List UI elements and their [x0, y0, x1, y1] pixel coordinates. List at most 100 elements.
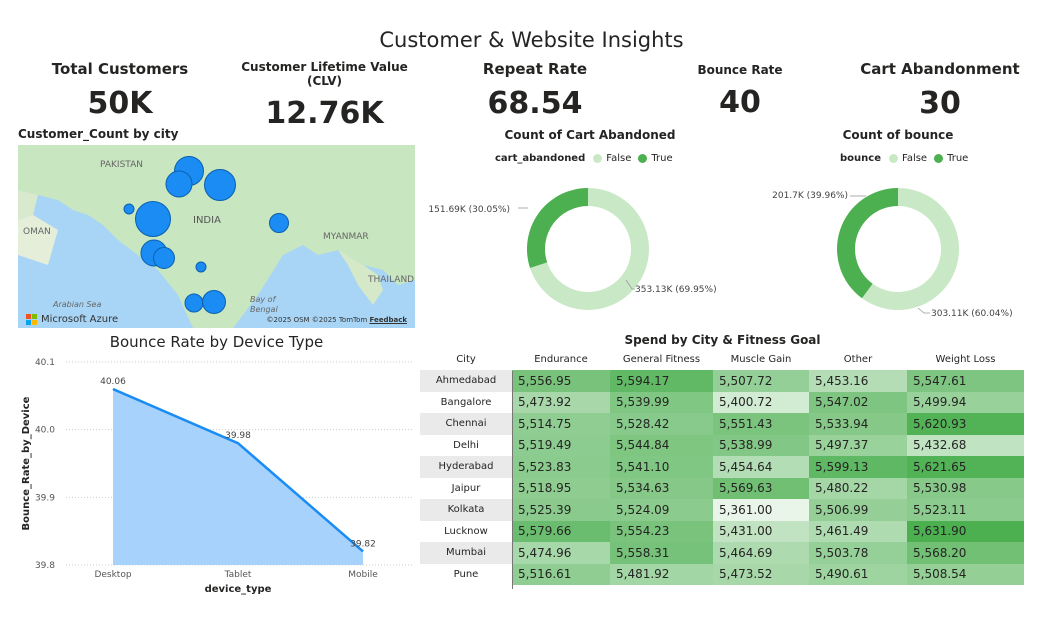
kpi-value: 68.54 [487, 86, 583, 121]
kpi-value: 50K [87, 86, 153, 121]
matrix-value-cell: 5,599.13 [809, 456, 907, 478]
map-feedback-link[interactable]: Feedback [369, 316, 407, 324]
bubble-city[interactable] [165, 170, 193, 198]
table-row: Delhi 5,519.49 5,544.84 5,538.99 5,497.37 5,4… [420, 434, 1024, 456]
microsoft-logo-icon [26, 314, 37, 325]
matrix-col-header[interactable]: Endurance [512, 348, 610, 370]
bubble-city[interactable] [184, 293, 204, 313]
matrix-city-cell: Hyderabad [420, 456, 512, 478]
matrix-value-cell: 5,528.42 [610, 413, 713, 435]
matrix-value-cell: 5,594.17 [610, 370, 713, 392]
map-label-arabian-sea: Arabian Sea [53, 300, 102, 309]
matrix-value-cell: 5,516.61 [512, 563, 610, 585]
legend-true-label: True [947, 153, 969, 164]
donut-cart-legend: cart_abandoned False True [495, 153, 673, 164]
donut-bounce-title: Count of bounce [842, 128, 954, 142]
legend-false-label: False [606, 153, 632, 164]
legend-true-swatch [638, 154, 648, 163]
donut-cart-chart[interactable]: 353.13K (69.95%) 151.69K (30.05%) [420, 170, 750, 330]
matrix-value-cell: 5,514.75 [512, 413, 610, 435]
matrix-value-cell: 5,620.93 [907, 413, 1024, 435]
table-row: Kolkata 5,525.39 5,524.09 5,361.00 5,506.99 5… [420, 499, 1024, 521]
matrix-col-header[interactable]: Other [809, 348, 907, 370]
map-label-india: INDIA [193, 215, 221, 226]
matrix-col-header[interactable]: General Fitness [610, 348, 713, 370]
table-row: Jaipur 5,518.95 5,534.63 5,569.63 5,480.22 5,… [420, 477, 1024, 499]
customer-map[interactable]: PAKISTAN INDIA OMAN MYANMAR THAILAND Ara… [18, 145, 415, 328]
area-fill [113, 389, 363, 565]
bubble-city[interactable] [195, 261, 207, 273]
matrix-city-cell: Lucknow [420, 520, 512, 542]
matrix-title: Spend by City & Fitness Goal [624, 333, 821, 347]
matrix-value-cell: 5,569.63 [713, 477, 809, 499]
matrix-city-cell: Bangalore [420, 391, 512, 413]
map-label-myanmar: MYANMAR [323, 232, 369, 242]
table-row: Chennai 5,514.75 5,528.42 5,551.43 5,533.94 5… [420, 413, 1024, 435]
matrix-value-cell: 5,533.94 [809, 413, 907, 435]
bubble-city[interactable] [153, 247, 175, 269]
map-title: Customer_Count by city [18, 127, 179, 141]
y-tick-label: 39.8 [35, 561, 55, 571]
matrix-value-cell: 5,554.23 [610, 520, 713, 542]
matrix-city-cell: Chennai [420, 413, 512, 435]
matrix-value-cell: 5,473.92 [512, 391, 610, 413]
matrix-value-cell: 5,518.95 [512, 477, 610, 499]
bubble-city[interactable] [135, 201, 171, 237]
map-attribution-text: ©2025 OSM ©2025 TomTom [266, 316, 368, 324]
matrix-row-header[interactable]: City [420, 348, 512, 370]
matrix-value-cell: 5,631.90 [907, 520, 1024, 542]
donut-slice-true[interactable] [837, 188, 898, 299]
azure-brand: Microsoft Azure [26, 314, 118, 325]
legend-title: bounce [840, 153, 881, 164]
matrix-value-cell: 5,431.00 [713, 520, 809, 542]
matrix-value-cell: 5,497.37 [809, 434, 907, 456]
kpi-label: Bounce Rate [697, 63, 783, 77]
donut-data-label: 353.13K (69.95%) [635, 285, 717, 295]
matrix-value-cell: 5,538.99 [713, 434, 809, 456]
area-data-label: 39.98 [225, 431, 251, 441]
kpi-label: Total Customers [51, 60, 189, 78]
x-tick-label: Tablet [224, 570, 252, 580]
donut-leader-line [917, 307, 930, 314]
matrix-city-cell: Pune [420, 563, 512, 585]
matrix-value-cell: 5,525.39 [512, 499, 610, 521]
matrix-city-cell: Delhi [420, 434, 512, 456]
kpi-label: Repeat Rate [482, 60, 588, 78]
matrix-value-cell: 5,556.95 [512, 370, 610, 392]
kpi-label: Cart Abandonment [860, 60, 1020, 78]
map-label-bengal: Bengal [250, 305, 278, 314]
map-label-oman: OMAN [23, 227, 51, 237]
legend-true-label: True [651, 153, 673, 164]
matrix-value-cell: 5,523.11 [907, 499, 1024, 521]
matrix-value-cell: 5,490.61 [809, 563, 907, 585]
legend-false-label: False [901, 153, 928, 164]
matrix-value-cell: 5,547.02 [809, 391, 907, 413]
page-title: Customer & Website Insights [379, 28, 684, 52]
matrix-col-header[interactable]: Muscle Gain [713, 348, 809, 370]
matrix-col-header[interactable]: Weight Loss [907, 348, 1024, 370]
matrix-value-cell: 5,506.99 [809, 499, 907, 521]
matrix-value-cell: 5,461.49 [809, 520, 907, 542]
y-tick-label: 40.0 [35, 426, 55, 436]
matrix-body: Ahmedabad 5,556.95 5,594.17 5,507.72 5,453.1… [420, 370, 1024, 585]
bubble-city[interactable] [204, 169, 236, 201]
matrix-value-cell: 5,453.16 [809, 370, 907, 392]
kpi-label: Customer Lifetime Value (CLV) [241, 60, 408, 88]
matrix-city-cell: Jaipur [420, 477, 512, 499]
legend-title: cart_abandoned [495, 153, 586, 164]
azure-brand-text: Microsoft Azure [41, 314, 119, 325]
donut-data-label: 303.11K (60.04%) [931, 309, 1013, 319]
donut-bounce-chart[interactable]: 303.11K (60.04%) 201.7K (39.96%) [740, 170, 1053, 330]
bubble-city[interactable] [269, 213, 289, 233]
matrix-value-cell: 5,547.61 [907, 370, 1024, 392]
matrix-value-cell: 5,541.10 [610, 456, 713, 478]
bounce-device-chart[interactable]: 39.8 39.9 40.0 40.1 40.06 Desktop 39.98 Tablet 3… [18, 355, 418, 600]
donut-slice-true[interactable] [527, 188, 588, 269]
bubble-city[interactable] [123, 203, 135, 215]
area-data-label: 40.06 [100, 377, 126, 387]
kpi-total-customers: Total Customers 50K [40, 60, 200, 121]
matrix-value-cell: 5,432.68 [907, 434, 1024, 456]
y-tick-label: 40.1 [35, 358, 55, 368]
bubble-city[interactable] [202, 290, 226, 314]
matrix-value-cell: 5,454.64 [713, 456, 809, 478]
